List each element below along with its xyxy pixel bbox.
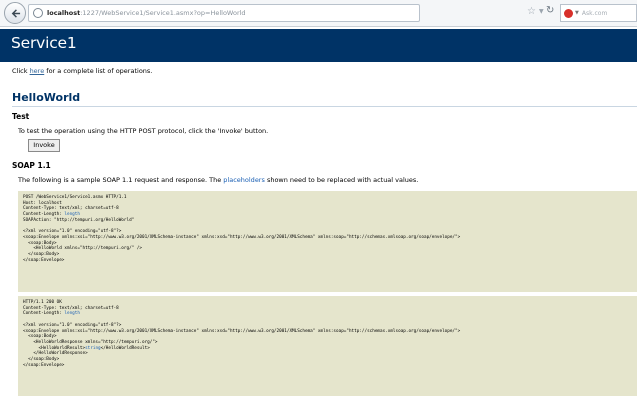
- test-description: To test the operation using the HTTP POS…: [18, 127, 269, 135]
- soap-description: The following is a sample SOAP 1.1 reque…: [18, 176, 418, 184]
- code-line: <?xml version="1.0" encoding="utf-8"?>: [23, 322, 122, 328]
- back-arrow-icon: [11, 8, 20, 18]
- code-line: <HelloWorldResponse xmlns="http://tempur…: [23, 339, 158, 345]
- code-line: Content-Length:: [23, 311, 65, 317]
- operation-title: HelloWorld: [12, 91, 81, 104]
- globe-icon: [33, 8, 43, 18]
- soap-desc-after: shown need to be replaced with actual va…: [264, 176, 419, 184]
- soap-heading: SOAP 1.1: [12, 161, 51, 170]
- code-line: HTTP/1.1 200 OK: [23, 300, 62, 305]
- placeholders-word: placeholders: [223, 176, 265, 184]
- placeholder-length: length: [64, 311, 80, 317]
- code-line: SOAPAction: "http://tempuri.org/HelloWor…: [23, 217, 135, 223]
- code-line: Content-Type: text/xml; charset=utf-8: [23, 305, 119, 311]
- page-header: Service1: [0, 29, 637, 62]
- code-line: POST /WebService1/Service1.asmx HTTP/1.1: [23, 195, 127, 200]
- code-line: Host: localhost: [23, 200, 62, 206]
- address-bar[interactable]: localhost :1227/WebService1/Service1.asm…: [28, 4, 420, 22]
- page-title: Service1: [11, 34, 77, 52]
- code-line: </soap:Envelope>: [23, 362, 65, 368]
- code-line: <soap:Envelope xmlns:xsi="http://www.w3.…: [23, 234, 461, 240]
- code-line: </soap:Body>: [23, 252, 60, 258]
- intro-text: Click here for a complete list of operat…: [12, 67, 152, 75]
- divider: [12, 106, 637, 107]
- operations-list-link[interactable]: here: [30, 67, 45, 75]
- code-line: <soap:Body>: [23, 334, 57, 340]
- code-line: <soap:Body>: [23, 240, 57, 246]
- intro-before: Click: [12, 67, 30, 75]
- soap-request-sample: POST /WebService1/Service1.asmx HTTP/1.1…: [18, 191, 637, 292]
- code-line: Content-Type: text/xml; charset=utf-8: [23, 206, 119, 212]
- code-line: </HelloWorldResult>: [100, 345, 150, 351]
- ask-search-icon[interactable]: [564, 8, 573, 18]
- placeholder-length: length: [64, 212, 80, 218]
- url-host: localhost: [47, 9, 81, 17]
- search-box[interactable]: ▼ Ask.com: [560, 4, 637, 22]
- test-heading: Test: [12, 112, 30, 121]
- intro-after: for a complete list of operations.: [44, 67, 153, 75]
- star-icon[interactable]: ☆: [527, 6, 536, 18]
- code-line: <?xml version="1.0" encoding="utf-8"?>: [23, 229, 122, 235]
- soap-desc-before: The following is a sample SOAP 1.1 reque…: [18, 176, 224, 184]
- url-path: :1227/WebService1/Service1.asmx?op=Hello…: [80, 9, 246, 17]
- code-line: <HelloWorld xmlns="http://tempuri.org/" …: [23, 246, 142, 252]
- invoke-button[interactable]: Invoke: [28, 139, 60, 152]
- code-line: </HelloWorldResponse>: [23, 351, 88, 357]
- browser-toolbar: localhost :1227/WebService1/Service1.asm…: [0, 0, 637, 27]
- search-engine-dropdown-icon[interactable]: ▼: [575, 10, 579, 16]
- code-line: </soap:Body>: [23, 357, 60, 363]
- back-button[interactable]: [4, 2, 26, 24]
- code-line: <HelloWorldResult>: [23, 345, 86, 351]
- soap-response-sample: HTTP/1.1 200 OK Content-Type: text/xml; …: [18, 296, 637, 396]
- placeholder-string: string: [85, 345, 101, 351]
- dropdown-icon[interactable]: ▼: [539, 7, 544, 17]
- code-line: Content-Length:: [23, 212, 65, 218]
- code-line: </soap:Envelope>: [23, 257, 65, 263]
- search-placeholder: Ask.com: [581, 9, 608, 17]
- reload-icon[interactable]: ↻: [546, 5, 554, 17]
- code-line: <soap:Envelope xmlns:xsi="http://www.w3.…: [23, 328, 461, 334]
